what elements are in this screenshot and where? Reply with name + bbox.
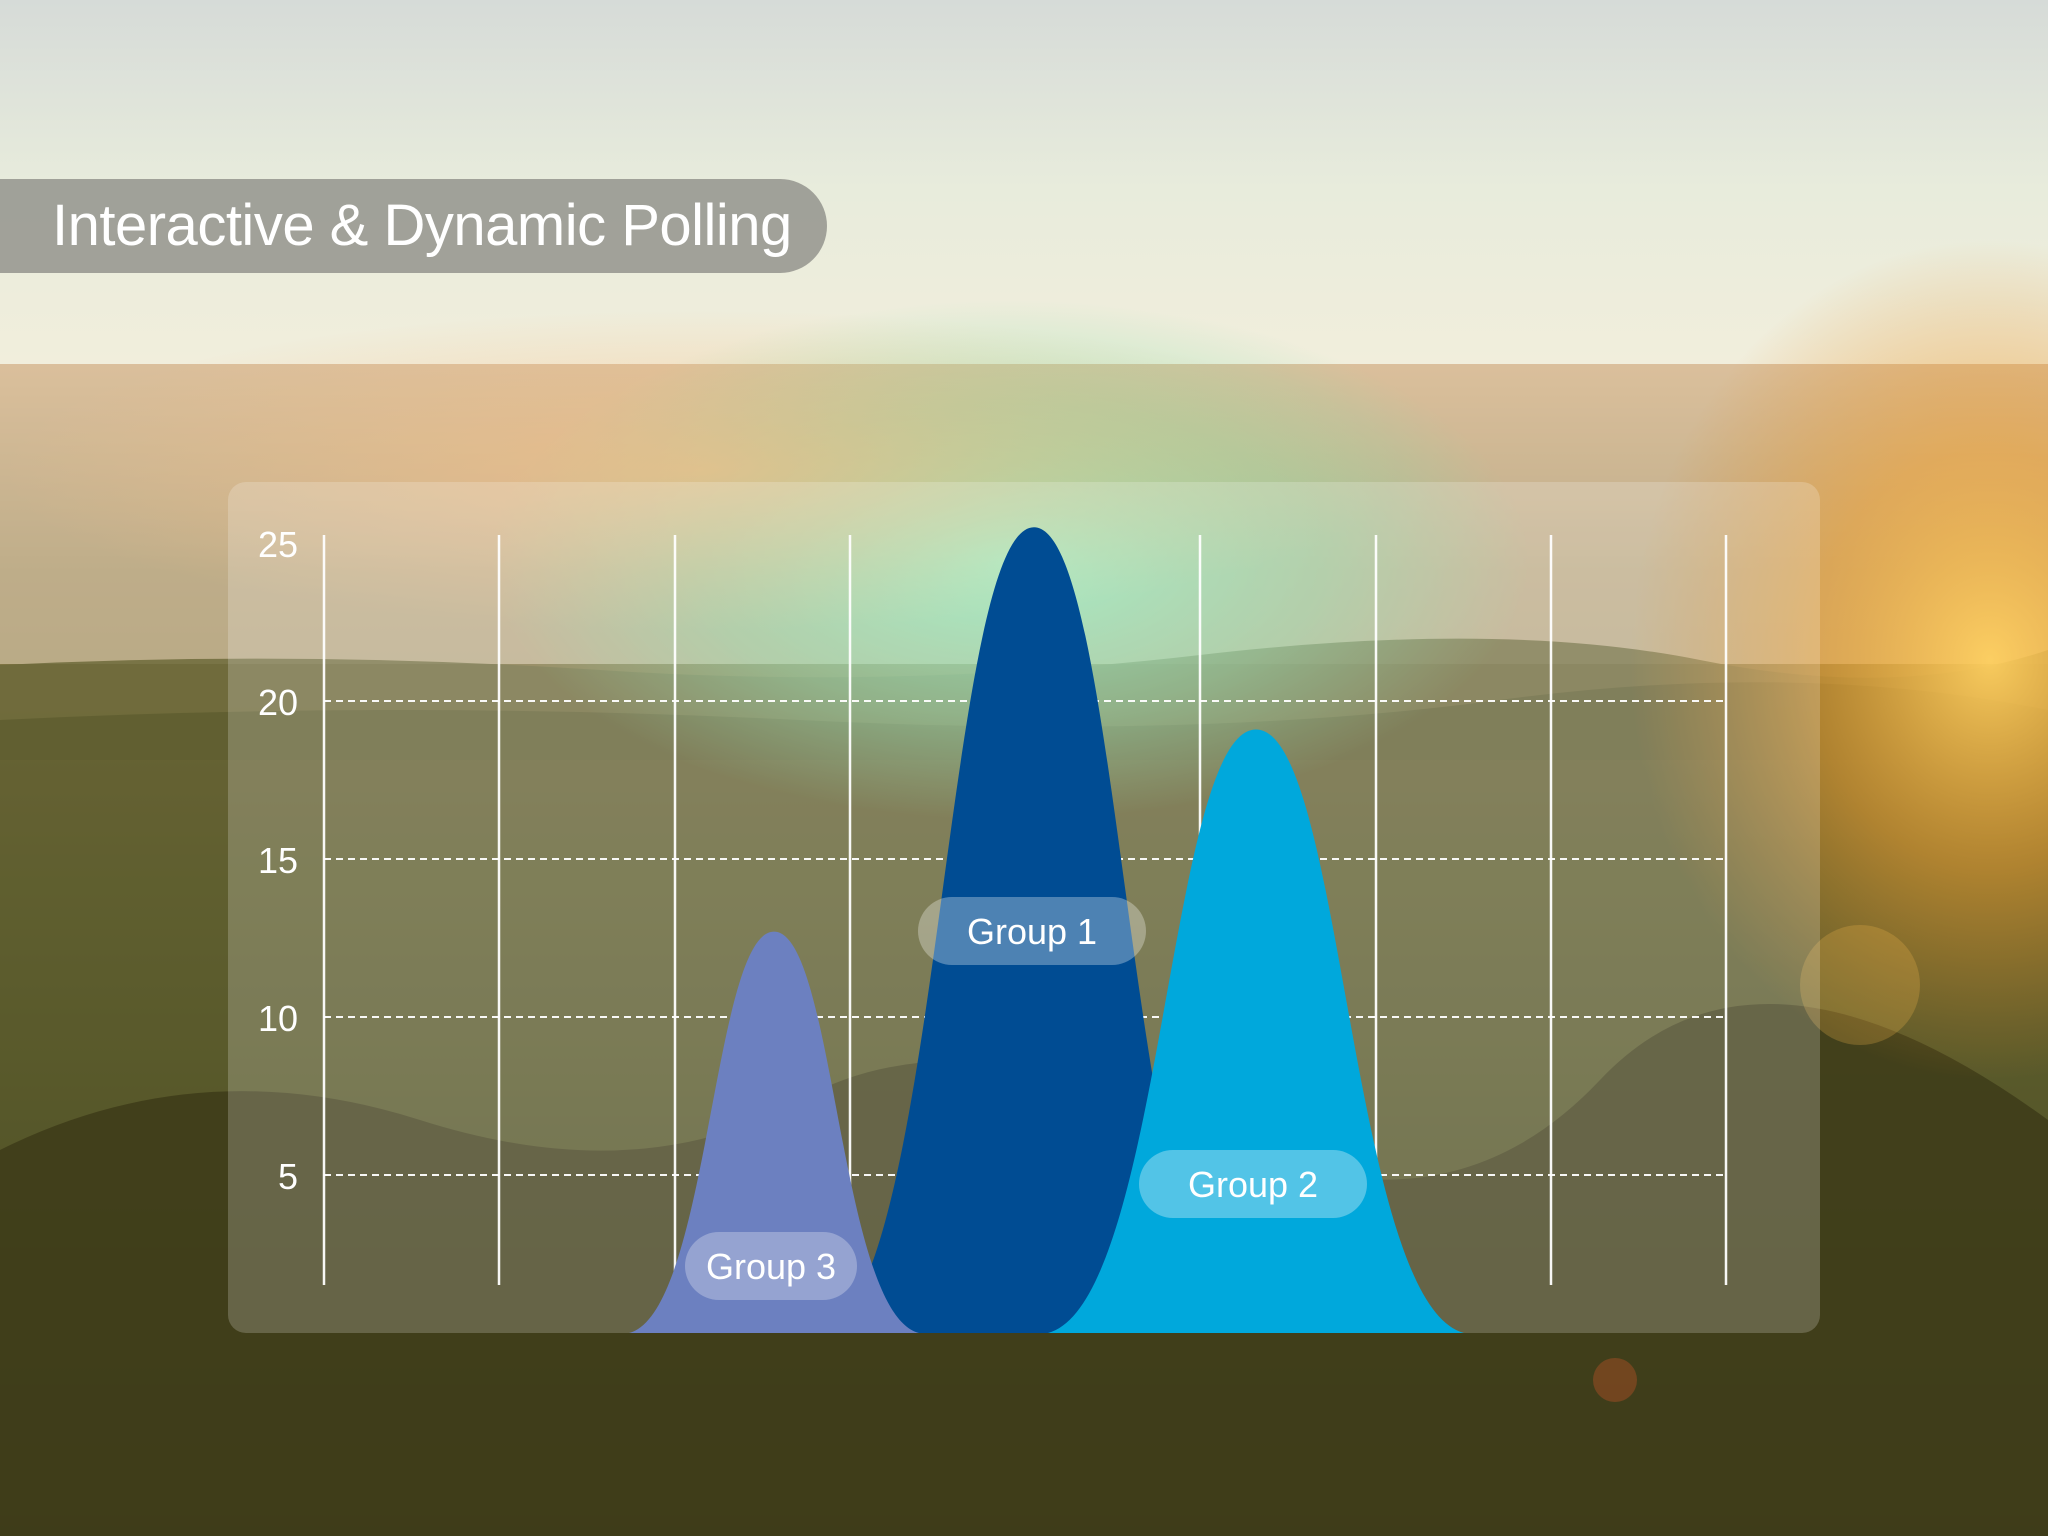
y-tick-label-20: 20 — [258, 682, 298, 723]
y-tick-label-5: 5 — [278, 1156, 298, 1197]
series-label-group-1: Group 1 — [967, 911, 1097, 952]
y-tick-label-10: 10 — [258, 998, 298, 1039]
page-title: Interactive & Dynamic Polling — [52, 193, 792, 258]
series-label-group-3: Group 3 — [706, 1246, 836, 1287]
series-label-group-2: Group 2 — [1188, 1164, 1318, 1205]
title-banner: Interactive & Dynamic Polling — [0, 179, 827, 273]
y-tick-label-15: 15 — [258, 840, 298, 881]
y-tick-label-25: 25 — [258, 524, 298, 565]
